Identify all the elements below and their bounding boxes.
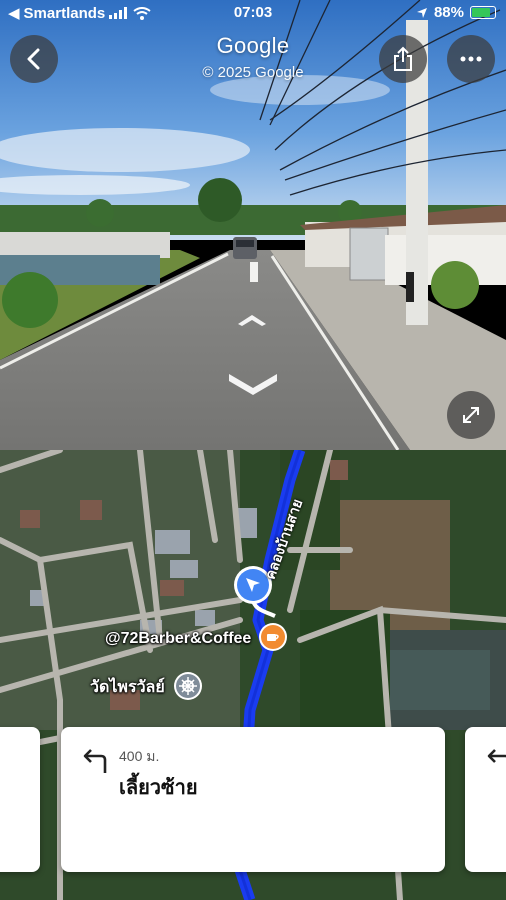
location-services-icon bbox=[416, 7, 427, 18]
step-distance: 400 ม. bbox=[119, 748, 160, 764]
poi-label-barber[interactable]: @72Barber&Coffee bbox=[105, 630, 251, 648]
status-bar: ◀ Smartlands 07:03 88% bbox=[0, 0, 506, 26]
next-step-card[interactable] bbox=[465, 727, 506, 872]
step-instruction: เลี้ยวซ้าย bbox=[119, 777, 198, 799]
more-options-button[interactable] bbox=[447, 35, 495, 83]
battery-percent: 88% bbox=[433, 4, 464, 21]
battery-icon bbox=[470, 6, 496, 19]
temple-marker-icon[interactable] bbox=[173, 671, 203, 701]
street-view-title: Google bbox=[216, 33, 290, 58]
street-view-panel[interactable]: ◀ Smartlands 07:03 88% Google © 2025 Goo… bbox=[0, 0, 506, 450]
copyright-text: © 2025 Google bbox=[202, 64, 304, 81]
share-button[interactable] bbox=[379, 35, 427, 83]
turn-left-icon bbox=[487, 749, 506, 763]
expand-button[interactable] bbox=[447, 391, 495, 439]
battery-level bbox=[472, 8, 491, 17]
expand-icon bbox=[463, 407, 479, 423]
move-forward-arrow[interactable] bbox=[236, 312, 268, 328]
more-dots-icon bbox=[460, 56, 482, 62]
share-icon bbox=[394, 46, 412, 71]
street-view-header: Google © 2025 Google bbox=[0, 33, 506, 81]
turn-left-icon bbox=[83, 749, 107, 773]
previous-step-card[interactable] bbox=[0, 727, 40, 872]
poi-label-temple[interactable]: วัดไพรวัลย์ bbox=[90, 675, 165, 700]
current-step-card[interactable]: 400 ม. เลี้ยวซ้าย bbox=[61, 727, 445, 872]
move-backward-arrow[interactable] bbox=[226, 368, 280, 398]
cafe-marker-icon[interactable] bbox=[258, 622, 288, 652]
